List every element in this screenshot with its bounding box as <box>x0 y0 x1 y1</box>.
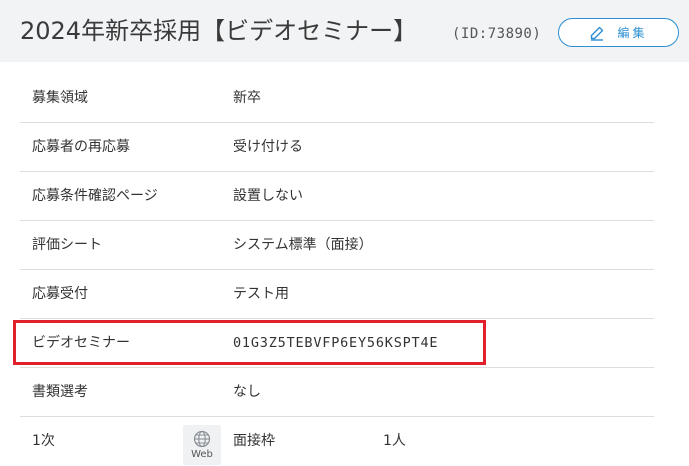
row-application-intake: 応募受付 テスト用 <box>20 270 654 319</box>
row-document-screening: 書類選考 なし <box>20 368 654 417</box>
row-label: 募集領域 <box>32 90 88 106</box>
row-value: システム標準（面接） <box>233 237 373 253</box>
interview-slot-value: 1人 <box>383 433 406 449</box>
row-value: 受け付ける <box>233 139 303 155</box>
highlight-box <box>13 320 486 365</box>
edit-button-label: 編集 <box>617 26 648 40</box>
page-header: 2024年新卒採用【ビデオセミナー】 (ID:73890) 編集 <box>0 0 689 62</box>
row-label: 応募受付 <box>32 286 88 302</box>
row-label: 応募条件確認ページ <box>32 188 158 204</box>
page-title: 2024年新卒採用【ビデオセミナー】 <box>20 17 418 45</box>
row-reapplication: 応募者の再応募 受け付ける <box>20 123 654 172</box>
globe-icon <box>193 430 211 447</box>
row-value: 設置しない <box>233 188 303 204</box>
row-stage-1: 1次 Web 面接枠 1人 <box>20 417 654 466</box>
job-id: (ID:73890) <box>452 26 542 42</box>
row-evaluation-sheet: 評価シート システム標準（面接） <box>20 221 654 270</box>
row-label: 応募者の再応募 <box>32 139 130 155</box>
web-badge: Web <box>183 425 221 465</box>
row-label: 書類選考 <box>32 384 88 400</box>
edit-button[interactable]: 編集 <box>558 18 679 47</box>
row-value: 新卒 <box>233 90 261 106</box>
row-recruitment-area: 募集領域 新卒 <box>20 74 654 123</box>
web-badge-label: Web <box>191 448 213 460</box>
pencil-icon <box>589 25 605 41</box>
row-condition-page: 応募条件確認ページ 設置しない <box>20 172 654 221</box>
stage-label: 1次 <box>32 433 55 449</box>
row-label: 評価シート <box>32 237 102 253</box>
interview-slot-label: 面接枠 <box>233 433 275 449</box>
row-value: テスト用 <box>233 286 289 302</box>
row-value: なし <box>233 384 261 400</box>
